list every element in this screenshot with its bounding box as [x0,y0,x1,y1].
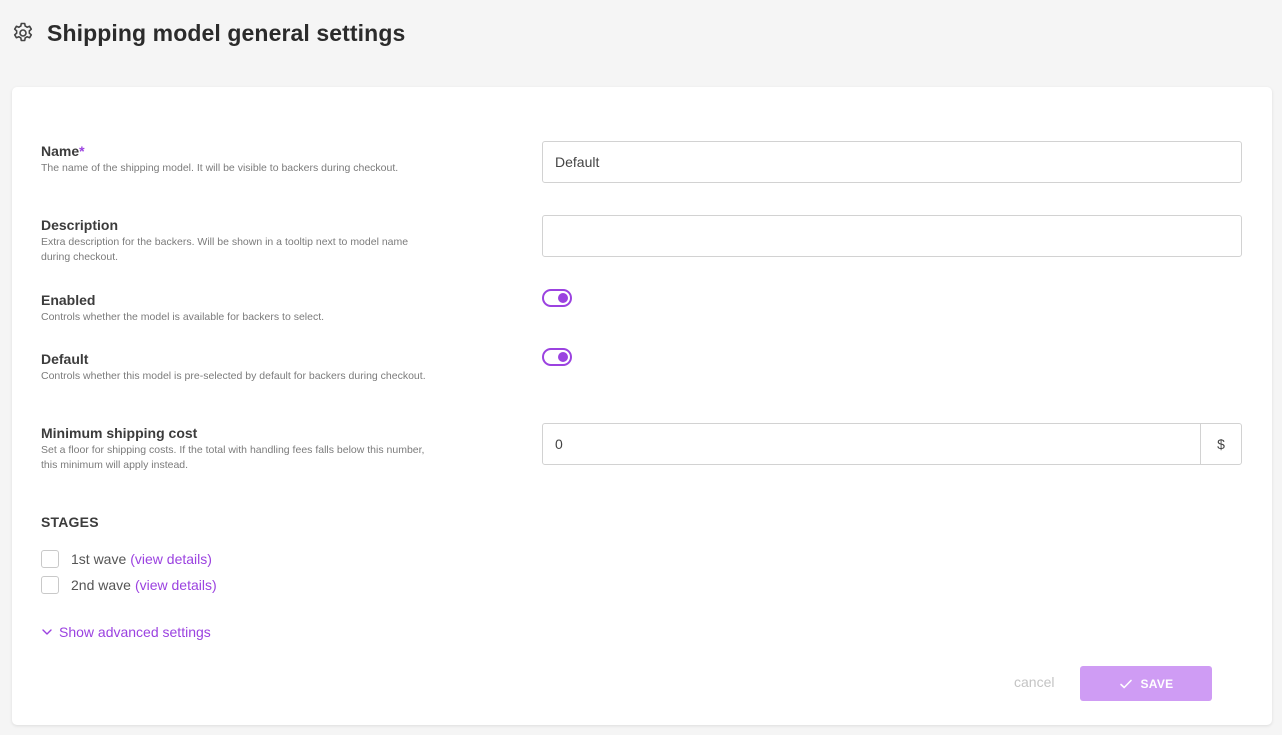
default-row: Default Controls whether this model is p… [41,351,1241,384]
cancel-button[interactable]: cancel [1014,674,1054,690]
stage-item-1st-wave: 1st wave (view details) [41,550,212,568]
view-details-link[interactable]: (view details) [130,551,212,567]
toggle-knob [558,352,568,362]
save-label: SAVE [1140,676,1174,691]
stage-item-2nd-wave: 2nd wave (view details) [41,576,217,594]
enabled-label: Enabled [41,292,96,308]
stages-title: STAGES [41,514,99,530]
min-cost-input[interactable]: 0 $ [542,423,1242,465]
check-icon [1119,677,1133,691]
default-toggle[interactable] [542,348,572,366]
advanced-label: Show advanced settings [59,624,211,640]
default-label: Default [41,351,89,367]
enabled-row: Enabled Controls whether the model is av… [41,292,1241,325]
name-input-value: Default [555,154,600,170]
required-mark: * [79,143,85,159]
default-help: Controls whether this model is pre-selec… [41,370,426,382]
description-help: Extra description for the backers. Will … [41,236,409,263]
enabled-toggle[interactable] [542,289,572,307]
settings-card: Name* The name of the shipping model. It… [12,87,1272,725]
currency-addon: $ [1200,424,1241,464]
show-advanced-settings[interactable]: Show advanced settings [41,624,211,640]
stage-label: 2nd wave [71,577,131,593]
page-title: Shipping model general settings [47,19,406,46]
stage-checkbox[interactable] [41,576,59,594]
chevron-down-icon [41,626,53,638]
enabled-help: Controls whether the model is available … [41,311,325,323]
stage-checkbox[interactable] [41,550,59,568]
view-details-link[interactable]: (view details) [135,577,217,593]
min-cost-value[interactable]: 0 [543,424,1200,464]
gear-icon [11,21,35,45]
toggle-knob [558,293,568,303]
name-input[interactable]: Default [542,141,1242,183]
description-input[interactable] [542,215,1242,257]
save-button[interactable]: SAVE [1080,666,1212,701]
name-help: The name of the shipping model. It will … [41,162,399,174]
min-cost-help: Set a floor for shipping costs. If the t… [41,444,425,471]
stage-label: 1st wave [71,551,127,567]
page-header: Shipping model general settings [11,18,405,48]
